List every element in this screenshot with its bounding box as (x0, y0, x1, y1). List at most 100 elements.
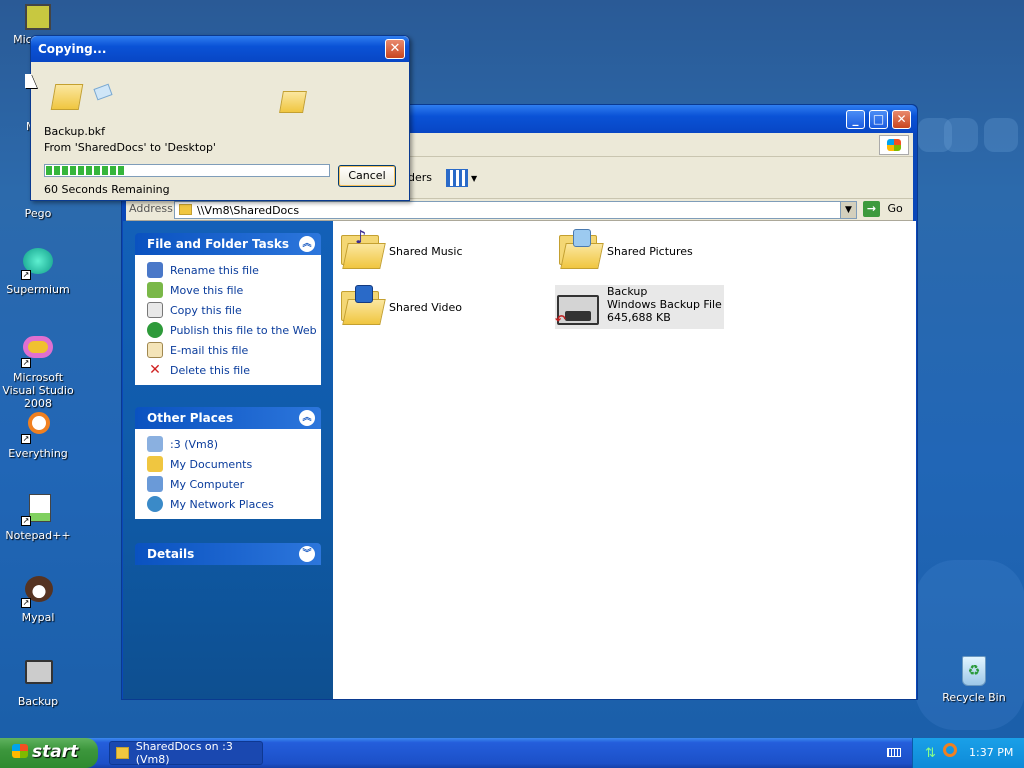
item-backup-file[interactable]: ↶ Backup Windows Backup File 645,688 KB (555, 285, 724, 329)
desktop-wallpaper-shape (984, 118, 1018, 152)
desktop-icon-everything[interactable]: ↗ Everything (0, 412, 76, 460)
copy-filename: Backup.bkf (44, 125, 106, 138)
move-icon (147, 282, 163, 298)
desktop-icon-label: Recycle Bin (942, 691, 1006, 704)
other-places-header[interactable]: Other Places ︽ (135, 407, 321, 429)
shortcut-arrow-icon: ↗ (21, 358, 31, 368)
source-folder-icon (50, 84, 84, 110)
desktop-icon-mypal[interactable]: ↗ Mypal (0, 576, 76, 624)
desktop-icon-label: Everything (8, 447, 68, 460)
desktop-wallpaper-shape (915, 560, 1024, 730)
system-tray: ⇅ 1:37 PM (912, 738, 1024, 768)
desktop-icon-supermium[interactable]: ↗ Supermium (0, 248, 76, 296)
go-arrow-icon: → (863, 201, 880, 217)
item-label: Shared Music (389, 245, 463, 258)
desktop-icon-backup[interactable]: Backup (0, 660, 76, 708)
details-header[interactable]: Details ︾ (135, 543, 321, 565)
desktop-icon-notepadpp[interactable]: ↗ Notepad++ (0, 494, 76, 542)
desktop-icon-visual-studio[interactable]: ↗ Microsoft Visual Studio 2008 (0, 332, 76, 410)
task-label: Publish this file to the Web (170, 323, 317, 337)
copy-source-destination: From 'SharedDocs' to 'Desktop' (44, 141, 216, 154)
network-tray-icon[interactable]: ⇅ (925, 746, 936, 761)
details-panel: Details ︾ (135, 543, 321, 565)
item-label: Backup (607, 285, 648, 298)
pictures-folder-icon (557, 229, 604, 269)
desktop-icon-label: Mypal (21, 611, 55, 624)
chevron-down-icon: ▼ (471, 173, 478, 183)
progress-fill (46, 166, 125, 175)
file-view: ♪ Shared Music Shared Pictures Shared Vi… (333, 221, 916, 699)
item-shared-music[interactable]: ♪ Shared Music (339, 229, 463, 269)
keyboard-icon[interactable] (887, 748, 901, 757)
dialog-titlebar[interactable]: Copying... ✕ (31, 36, 409, 62)
cancel-button[interactable]: Cancel (338, 165, 396, 187)
place-label: :3 (Vm8) (170, 437, 219, 451)
clock[interactable]: 1:37 PM (969, 746, 1013, 759)
place-my-computer[interactable]: My Computer (135, 474, 321, 494)
place-network-share[interactable]: :3 (Vm8) (135, 434, 321, 454)
other-places-panel: Other Places ︽ :3 (Vm8) My Documents My … (135, 407, 321, 519)
time-remaining: 60 Seconds Remaining (44, 183, 170, 196)
notepadpp-icon: ↗ (21, 494, 55, 526)
mypal-icon: ↗ (21, 576, 55, 608)
task-pane: File and Folder Tasks ︽ Rename this file… (123, 221, 333, 699)
start-button[interactable]: start (0, 738, 98, 768)
task-publish[interactable]: Publish this file to the Web (135, 320, 321, 340)
task-delete[interactable]: ✕ Delete this file (135, 360, 321, 380)
desktop-icon-recycle-bin[interactable]: ♻ Recycle Bin (936, 656, 1012, 704)
everything-icon: ↗ (21, 412, 55, 444)
place-label: My Computer (170, 477, 245, 491)
publish-web-icon (147, 322, 163, 338)
item-label: Shared Pictures (607, 245, 693, 258)
item-size: 645,688 KB (607, 311, 671, 324)
minimize-button[interactable]: _ (846, 110, 865, 129)
network-drive-icon (147, 436, 163, 452)
item-shared-video[interactable]: Shared Video (339, 285, 462, 325)
go-button[interactable]: → Go (863, 201, 907, 219)
close-button[interactable]: ✕ (385, 39, 405, 59)
taskbar-item-explorer[interactable]: SharedDocs on :3 (Vm8) (109, 740, 263, 766)
network-places-icon (147, 496, 163, 512)
file-folder-tasks-panel: File and Folder Tasks ︽ Rename this file… (135, 233, 321, 385)
delete-icon: ✕ (149, 362, 161, 378)
views-button[interactable]: ▼ (446, 167, 480, 189)
panel-title: File and Folder Tasks (147, 237, 290, 251)
desktop-icon-label: Pego (24, 207, 52, 220)
mouse-cursor-icon (25, 74, 37, 88)
task-move[interactable]: Move this file (135, 280, 321, 300)
task-label: E-mail this file (170, 343, 249, 357)
desktop-icon-label: Notepad++ (5, 529, 71, 542)
documents-folder-icon (147, 456, 163, 472)
folders-button[interactable]: ders (408, 171, 432, 184)
task-email[interactable]: E-mail this file (135, 340, 321, 360)
outlook-icon (25, 4, 51, 30)
address-label: Address (129, 202, 173, 215)
collapse-icon[interactable]: ︽ (299, 410, 315, 426)
task-rename[interactable]: Rename this file (135, 260, 321, 280)
search-tray-icon[interactable] (943, 743, 957, 757)
place-my-network[interactable]: My Network Places (135, 494, 321, 514)
address-dropdown-button[interactable]: ▼ (840, 202, 856, 218)
expand-icon[interactable]: ︾ (299, 546, 315, 562)
maximize-button[interactable]: □ (869, 110, 888, 129)
task-copy[interactable]: Copy this file (135, 300, 321, 320)
task-label: Copy this file (170, 303, 242, 317)
backup-file-details: Backup Windows Backup File 645,688 KB (607, 285, 722, 324)
shortcut-arrow-icon: ↗ (21, 516, 31, 526)
go-label: Go (887, 202, 903, 215)
taskbar-item-label: SharedDocs on :3 (Vm8) (135, 740, 233, 766)
item-type: Windows Backup File (607, 298, 722, 311)
copying-dialog[interactable]: Copying... ✕ Backup.bkf From 'SharedDocs… (30, 35, 410, 201)
close-button[interactable]: ✕ (892, 110, 911, 129)
destination-folder-icon (279, 91, 307, 113)
place-my-documents[interactable]: My Documents (135, 454, 321, 474)
address-input[interactable]: \\Vm8\SharedDocs ▼ (174, 201, 857, 219)
item-shared-pictures[interactable]: Shared Pictures (557, 229, 693, 269)
shortcut-arrow-icon: ↗ (21, 434, 31, 444)
taskbar: start SharedDocs on :3 (Vm8) ⇅ 1:37 PM (0, 738, 1024, 768)
file-folder-tasks-header[interactable]: File and Folder Tasks ︽ (135, 233, 321, 255)
collapse-icon[interactable]: ︽ (299, 236, 315, 252)
place-label: My Network Places (170, 497, 274, 511)
recycle-bin-icon: ♻ (957, 656, 991, 688)
desktop-icon-label: Supermium (6, 283, 70, 296)
